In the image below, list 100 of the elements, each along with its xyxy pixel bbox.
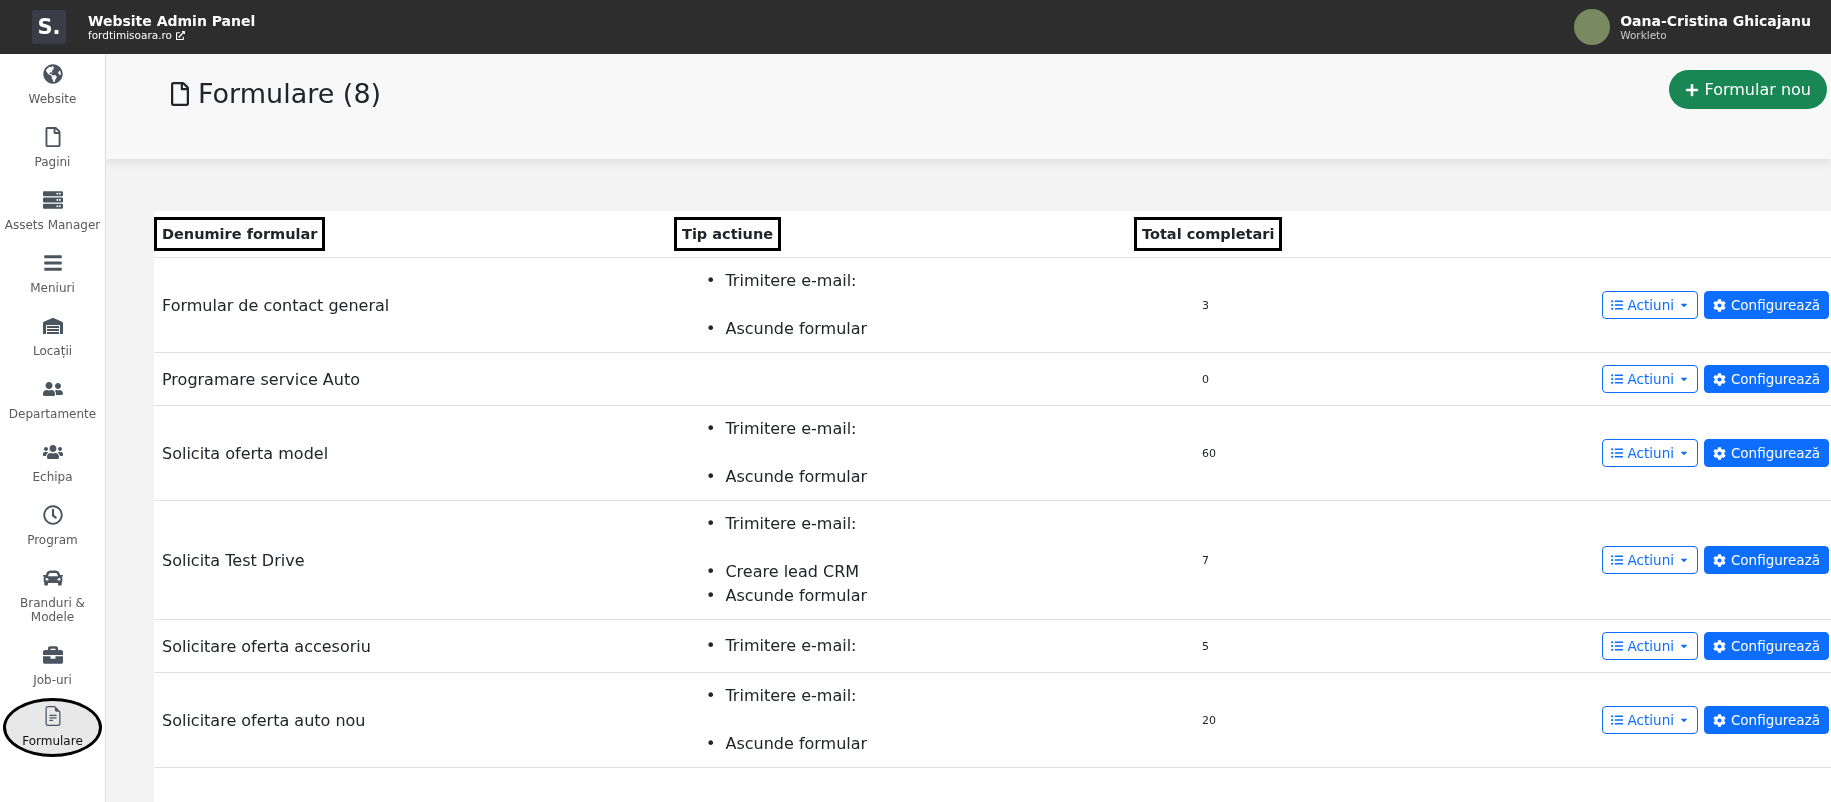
settings-icon	[1712, 372, 1726, 386]
user-name: Oana-Cristina Ghicajanu	[1620, 13, 1811, 29]
list-icon	[1610, 447, 1623, 459]
sidebar-label: Echipa	[32, 470, 73, 484]
form-name: Programare service Auto	[161, 369, 361, 389]
menu-icon	[42, 253, 63, 273]
sidebar-label: Pagini	[34, 155, 71, 169]
configure-button[interactable]: Configurează	[1703, 365, 1829, 393]
bullet: •	[706, 270, 716, 292]
car-icon	[42, 568, 63, 588]
form-name: Solicitare oferta accesoriu	[161, 636, 372, 656]
globe-icon	[42, 64, 63, 84]
total-count: 7	[1201, 553, 1209, 567]
sidebar-item[interactable]: Branduri & Modele	[0, 558, 105, 635]
sidebar-label: Meniuri	[30, 281, 75, 295]
sidebar-label: Website	[28, 92, 77, 106]
list-icon	[1610, 554, 1623, 566]
action-item: Trimitere e-mail:	[725, 418, 857, 440]
external-link-icon	[176, 30, 186, 40]
bullet: •	[706, 635, 716, 657]
settings-icon	[1712, 639, 1726, 653]
configure-button[interactable]: Configurează	[1703, 439, 1829, 467]
briefcase-icon	[42, 645, 63, 665]
sidebar-item[interactable]: Formulare	[3, 698, 102, 757]
sidebar-label: Departamente	[8, 407, 97, 421]
actions-dropdown[interactable]: Actiuni	[1601, 439, 1698, 467]
form-icon	[42, 706, 63, 726]
sidebar-item[interactable]: Pagini	[0, 117, 105, 180]
column-header: Total completari	[1134, 217, 1283, 251]
bullet: •	[706, 466, 716, 488]
sidebar-item[interactable]: Website	[0, 54, 105, 117]
column-header: Denumire formular	[154, 217, 326, 251]
action-item: Trimitere e-mail:	[725, 635, 857, 657]
action-item: Creare lead CRM	[725, 561, 860, 583]
site-link[interactable]: fordtimisoara.ro	[88, 29, 256, 41]
settings-icon	[1712, 298, 1726, 312]
plus-icon	[1684, 82, 1699, 97]
sidebar-item[interactable]: Assets Manager	[0, 180, 105, 243]
total-count: 20	[1201, 713, 1216, 727]
app-title: Website Admin Panel	[88, 13, 256, 29]
settings-icon	[1712, 553, 1726, 567]
action-item: Ascunde formular	[725, 466, 868, 488]
actions-dropdown[interactable]: Actiuni	[1601, 632, 1698, 660]
warehouse-icon	[42, 316, 63, 336]
actions-dropdown[interactable]: Actiuni	[1601, 706, 1698, 734]
sidebar-item[interactable]: Job-uri	[0, 635, 105, 698]
sidebar-item[interactable]: Locații	[0, 306, 105, 369]
actions-dropdown[interactable]: Actiuni	[1601, 291, 1698, 319]
actions-dropdown[interactable]: Actiuni	[1601, 365, 1698, 393]
actions-dropdown[interactable]: Actiuni	[1601, 546, 1698, 574]
list-icon	[1610, 299, 1623, 311]
sidebar-label: Job-uri	[33, 673, 72, 687]
server-icon	[42, 190, 63, 210]
total-count: 60	[1201, 446, 1216, 460]
total-count: 3	[1201, 298, 1209, 312]
sidebar-label: Formulare	[22, 734, 83, 748]
column-header: Tip actiune	[674, 217, 782, 251]
sidebar-label: Branduri & Modele	[19, 596, 86, 624]
settings-icon	[1712, 713, 1726, 727]
bullet: •	[706, 513, 716, 535]
action-item: Ascunde formular	[725, 733, 868, 755]
bullet: •	[706, 685, 716, 707]
form-name: Solicita Test Drive	[161, 550, 306, 570]
total-count: 5	[1201, 639, 1209, 653]
bullet: •	[706, 318, 716, 340]
sidebar-label: Locații	[32, 344, 73, 358]
form-name: Solicitare oferta auto nou	[161, 710, 367, 730]
sidebar-item[interactable]: Program	[0, 495, 105, 558]
configure-button[interactable]: Configurează	[1703, 291, 1829, 319]
total-count: 0	[1201, 372, 1209, 386]
clock-icon	[42, 505, 63, 525]
bullet: •	[706, 585, 716, 607]
form-name: Solicita oferta model	[161, 443, 330, 463]
action-item: Trimitere e-mail:	[725, 513, 857, 535]
avatar[interactable]	[1574, 9, 1611, 45]
action-item: Trimitere e-mail:	[725, 270, 857, 292]
page-icon	[168, 81, 192, 106]
configure-button[interactable]: Configurează	[1703, 546, 1829, 574]
sidebar-item[interactable]: Departamente	[0, 369, 105, 432]
form-name: Formular de contact general	[161, 295, 391, 315]
page-title: Formulare (8)	[198, 78, 382, 109]
list-icon	[1610, 373, 1623, 385]
sidebar-item[interactable]: Echipa	[0, 432, 105, 495]
bullet: •	[706, 733, 716, 755]
configure-button[interactable]: Configurează	[1703, 632, 1829, 660]
users-icon	[42, 379, 63, 399]
sidebar-label: Program	[27, 533, 78, 547]
settings-icon	[1712, 446, 1726, 460]
sidebar-item[interactable]: Meniuri	[0, 243, 105, 306]
list-icon	[1610, 714, 1623, 726]
bullet: •	[706, 561, 716, 583]
new-form-button[interactable]: Formular nou	[1668, 70, 1827, 109]
team-icon	[42, 442, 63, 462]
bullet: •	[706, 418, 716, 440]
sidebar-label: Assets Manager	[4, 218, 101, 232]
configure-button[interactable]: Configurează	[1703, 706, 1829, 734]
logo: S.	[32, 10, 66, 44]
action-item: Trimitere e-mail:	[725, 685, 857, 707]
list-icon	[1610, 640, 1623, 652]
user-company: Workleto	[1620, 29, 1668, 41]
